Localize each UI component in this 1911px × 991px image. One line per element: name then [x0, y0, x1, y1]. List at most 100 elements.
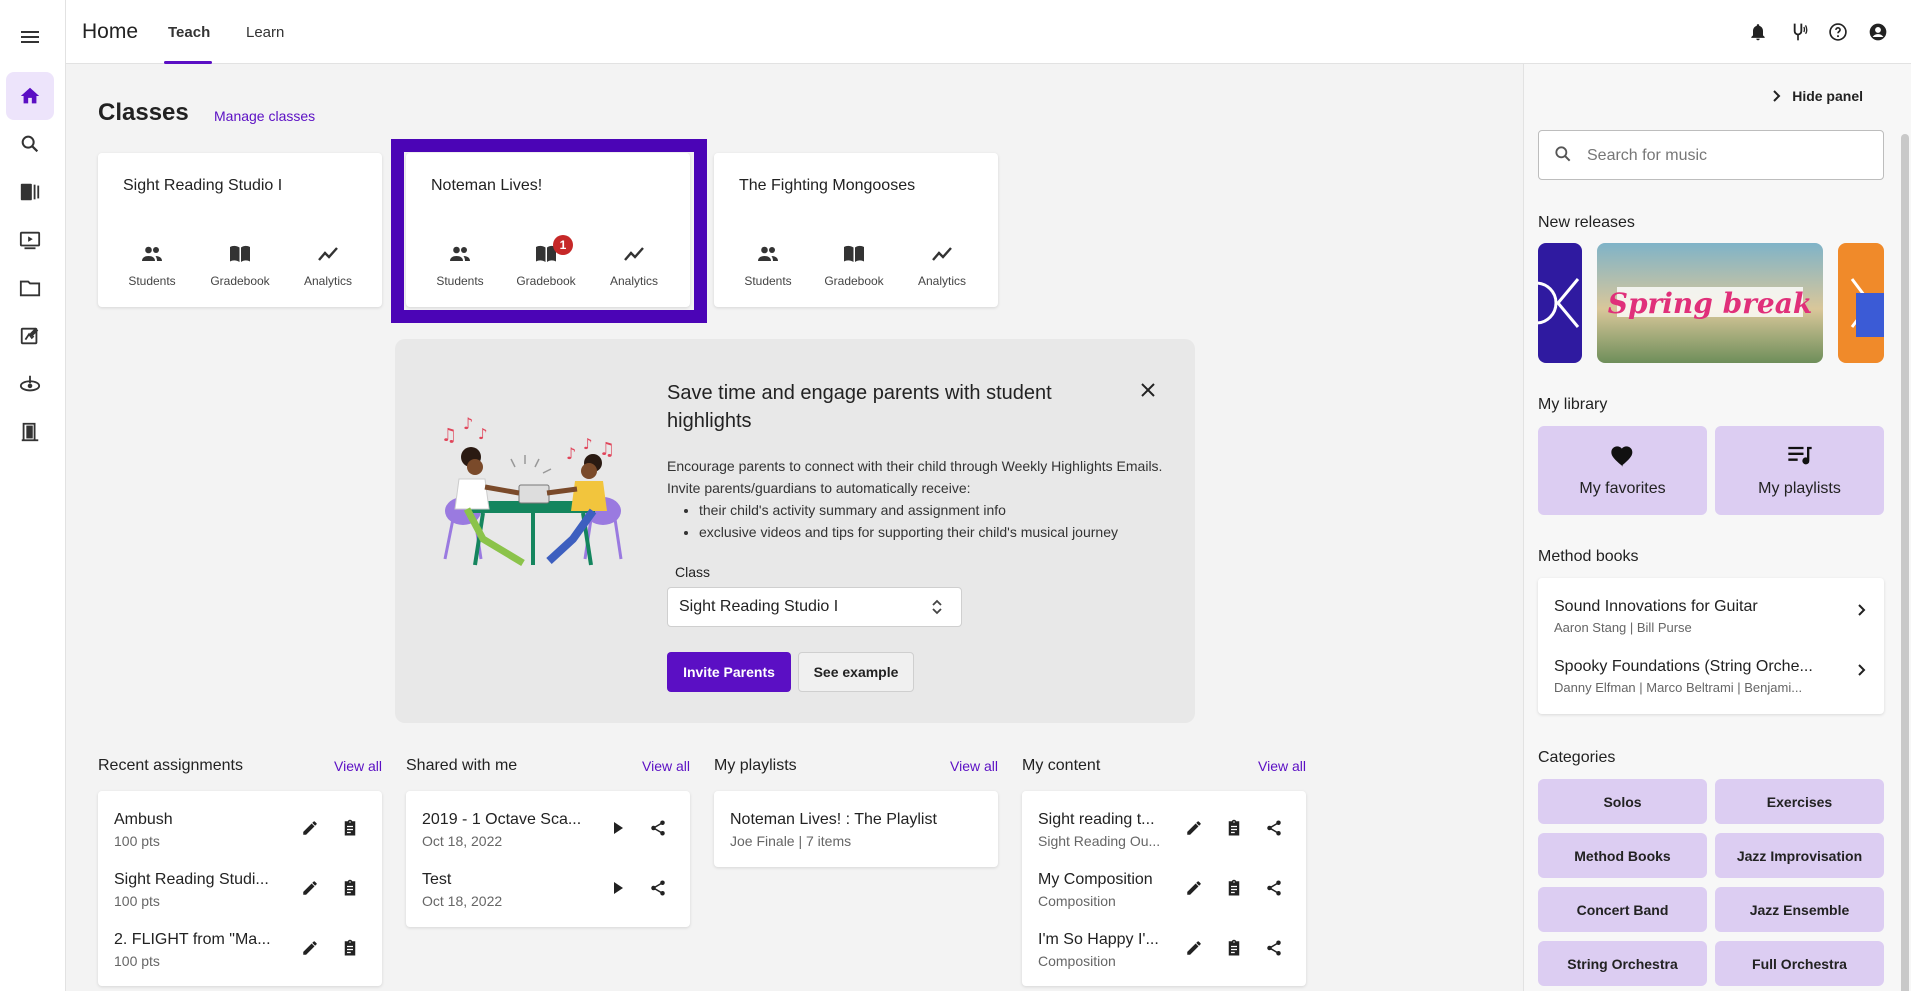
category-chip[interactable]: Solos [1538, 779, 1707, 824]
list-item[interactable]: 2019 - 1 Octave Sca... Oct 18, 2022 [406, 791, 690, 851]
list-item[interactable]: Ambush 100 pts [98, 791, 382, 851]
category-chip[interactable]: Jazz Improvisation [1715, 833, 1884, 878]
assignment-icon [19, 325, 41, 347]
search-placeholder: Search for music [1587, 147, 1708, 164]
hide-panel-button[interactable]: Hide panel [1772, 88, 1863, 104]
people-icon [112, 240, 192, 268]
class-select[interactable]: Sight Reading Studio I [667, 587, 962, 627]
tab-teach[interactable]: Teach [168, 24, 210, 41]
list-item[interactable]: Noteman Lives! : The Playlist Joe Finale… [714, 791, 998, 851]
edit-icon[interactable] [298, 816, 322, 840]
close-icon[interactable] [1141, 383, 1155, 397]
video-icon [19, 229, 41, 251]
share-icon[interactable] [646, 876, 670, 900]
release-thumbnail[interactable]: Spring break [1597, 243, 1823, 363]
view-all-link[interactable]: View all [1258, 758, 1306, 774]
class-card[interactable]: The Fighting Mongooses Students Gradeboo… [714, 153, 998, 307]
my-favorites-tile[interactable]: My favorites [1538, 426, 1707, 515]
list-item[interactable]: Test Oct 18, 2022 [406, 851, 690, 911]
share-icon[interactable] [1262, 936, 1286, 960]
rail-search[interactable] [6, 120, 54, 168]
edit-icon[interactable] [298, 876, 322, 900]
release-thumbnail[interactable] [1838, 243, 1884, 363]
category-chip[interactable]: Jazz Ensemble [1715, 887, 1884, 932]
rail-assignments[interactable] [6, 312, 54, 360]
edit-icon[interactable] [1182, 876, 1206, 900]
class-select-value: Sight Reading Studio I [679, 598, 839, 615]
category-chip[interactable]: Method Books [1538, 833, 1707, 878]
music-search-input[interactable]: Search for music [1538, 130, 1884, 180]
share-icon[interactable] [1262, 816, 1286, 840]
door-icon [19, 421, 41, 443]
list-item[interactable]: 2. FLIGHT from "Ma... 100 pts [98, 911, 382, 971]
help-icon[interactable] [1826, 20, 1850, 44]
rail-exit[interactable] [6, 408, 54, 456]
see-example-button[interactable]: See example [798, 652, 914, 692]
list-item[interactable]: Sight Reading Studi... 100 pts [98, 851, 382, 911]
method-books-card: Sound Innovations for Guitar Aaron Stang… [1538, 578, 1884, 714]
bell-icon[interactable] [1746, 20, 1770, 44]
category-chip[interactable]: String Orchestra [1538, 941, 1707, 986]
category-chip[interactable]: Concert Band [1538, 887, 1707, 932]
search-icon [1553, 144, 1573, 164]
rail-folder[interactable] [6, 264, 54, 312]
analytics-icon [288, 240, 368, 268]
category-chip[interactable]: Full Orchestra [1715, 941, 1884, 986]
my-library-heading: My library [1538, 396, 1608, 413]
edit-icon[interactable] [1182, 936, 1206, 960]
promo-body: Encourage parents to connect with their … [667, 455, 1167, 543]
analytics-button[interactable]: Analytics [902, 240, 982, 288]
tab-learn[interactable]: Learn [246, 24, 284, 41]
method-books-heading: Method books [1538, 548, 1639, 565]
panel-scrollbar[interactable] [1901, 134, 1909, 991]
unfold-icon [931, 598, 943, 616]
manage-classes-link[interactable]: Manage classes [214, 108, 315, 124]
clipboard-icon[interactable] [1222, 816, 1246, 840]
share-icon[interactable] [1262, 876, 1286, 900]
list-item[interactable]: I'm So Happy I'... Composition [1022, 911, 1306, 971]
students-button[interactable]: Students [728, 240, 808, 288]
rail-library[interactable] [6, 168, 54, 216]
play-icon[interactable] [606, 816, 630, 840]
new-releases-heading: New releases [1538, 214, 1635, 231]
class-select-label: Class [675, 564, 711, 580]
gradebook-button[interactable]: Gradebook [814, 240, 894, 288]
view-all-link[interactable]: View all [642, 758, 690, 774]
edit-icon[interactable] [1182, 816, 1206, 840]
rail-video[interactable] [6, 216, 54, 264]
tuning-fork-icon[interactable] [1786, 20, 1810, 44]
my-playlists-tile[interactable]: My playlists [1715, 426, 1884, 515]
my-playlists-header: My playlists View all [714, 757, 998, 775]
class-name: The Fighting Mongooses [739, 177, 916, 194]
list-item[interactable]: Sight reading t... Sight Reading Ou... [1022, 791, 1306, 851]
rail-tuner[interactable] [6, 360, 54, 408]
list-item[interactable]: Sound Innovations for Guitar Aaron Stang… [1538, 578, 1884, 638]
list-item[interactable]: Spooky Foundations (String Orche... Dann… [1538, 638, 1884, 698]
list-item[interactable]: My Composition Composition [1022, 851, 1306, 911]
students-button[interactable]: Students [112, 240, 192, 288]
menu-icon[interactable] [18, 25, 42, 49]
play-icon[interactable] [606, 876, 630, 900]
invite-parents-button[interactable]: Invite Parents [667, 652, 791, 692]
rail-home[interactable] [6, 72, 54, 120]
view-all-link[interactable]: View all [950, 758, 998, 774]
category-chip[interactable]: Exercises [1715, 779, 1884, 824]
recent-assignments-header: Recent assignments View all [98, 757, 382, 775]
release-thumbnail[interactable] [1538, 243, 1582, 363]
gradebook-button[interactable]: Gradebook [200, 240, 280, 288]
analytics-icon [902, 240, 982, 268]
view-all-link[interactable]: View all [334, 758, 382, 774]
clipboard-icon[interactable] [1222, 876, 1246, 900]
account-icon[interactable] [1866, 20, 1890, 44]
svg-text:♪: ♪ [566, 444, 576, 463]
clipboard-icon[interactable] [338, 876, 362, 900]
parent-highlights-promo: ♫ ♪ ♪ ♪ ♪ ♫ Save time and engage parents… [395, 339, 1195, 723]
clipboard-icon[interactable] [1222, 936, 1246, 960]
clipboard-icon[interactable] [338, 936, 362, 960]
promo-title: Save time and engage parents with studen… [667, 382, 1052, 432]
edit-icon[interactable] [298, 936, 322, 960]
clipboard-icon[interactable] [338, 816, 362, 840]
analytics-button[interactable]: Analytics [288, 240, 368, 288]
share-icon[interactable] [646, 816, 670, 840]
class-card[interactable]: Sight Reading Studio I Students Gradeboo… [98, 153, 382, 307]
